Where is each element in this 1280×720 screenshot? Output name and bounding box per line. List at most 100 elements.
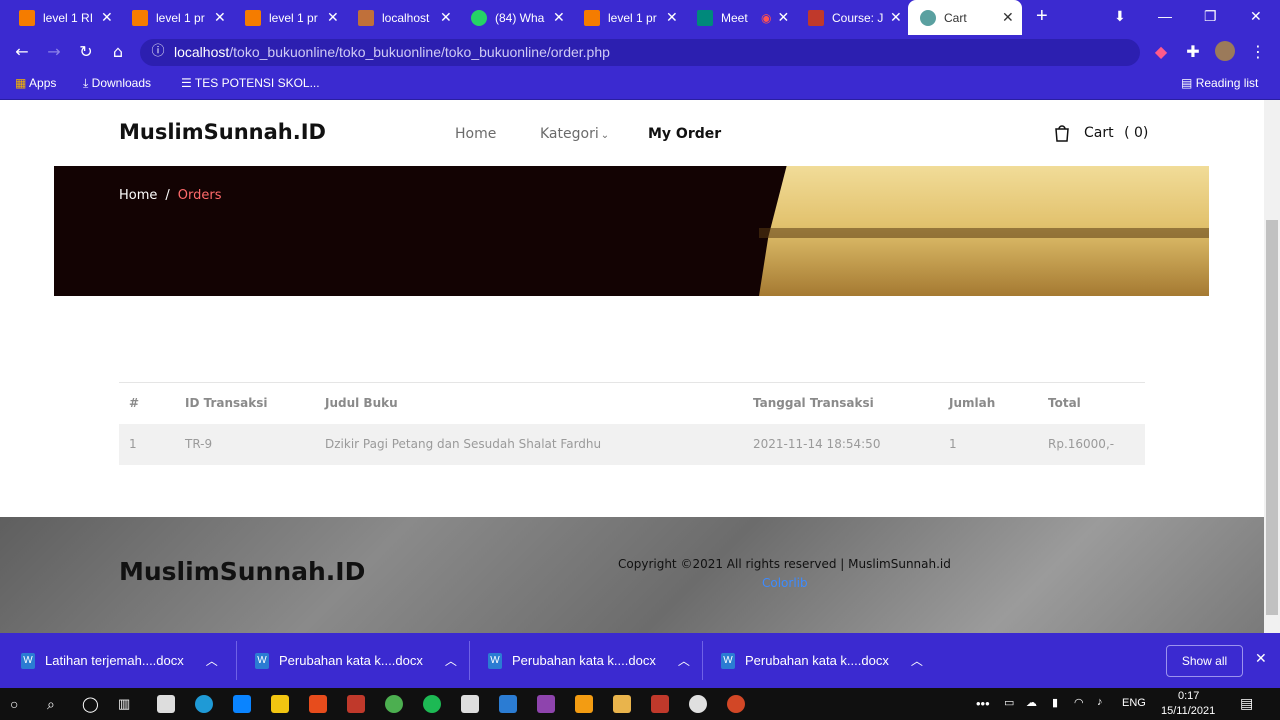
cart-label: Cart	[1084, 125, 1114, 141]
download-filename: Perubahan kata k....docx	[512, 653, 656, 668]
extensions-puzzle-icon[interactable]: ✚	[1182, 41, 1204, 63]
footer-logo[interactable]: MuslimSunnah.ID	[119, 557, 365, 586]
close-tab-icon[interactable]: ✕	[440, 9, 452, 26]
new-tab-button[interactable]: +	[1036, 5, 1048, 28]
close-tab-icon[interactable]: ✕	[553, 9, 565, 26]
tab-title: (84) Wha	[495, 10, 545, 25]
column-header-title: Judul Buku	[315, 382, 743, 424]
clock-date[interactable]: 15/11/2021	[1161, 705, 1215, 717]
download-item[interactable]: W Perubahan kata k....docx ︿	[255, 633, 457, 688]
nav-kategori[interactable]: Kategori ⌄	[540, 126, 609, 142]
minimize-button[interactable]: —	[1158, 8, 1172, 24]
close-tab-icon[interactable]: ✕	[327, 9, 339, 26]
close-tab-icon[interactable]: ✕	[777, 9, 789, 26]
site-logo[interactable]: MuslimSunnah.ID	[119, 120, 326, 144]
file-explorer-icon[interactable]	[271, 695, 289, 713]
bookmark-downloads[interactable]: ⤓ Downloads	[83, 76, 151, 91]
tab-title: level 1 pr	[269, 10, 318, 25]
close-window-button[interactable]: ✕	[1250, 8, 1262, 25]
app-g-icon[interactable]	[537, 695, 555, 713]
colorlib-link[interactable]: Colorlib	[762, 576, 808, 590]
spotify-icon[interactable]	[423, 695, 441, 713]
site-info-icon[interactable]: ⓘ	[147, 41, 169, 63]
cart-link[interactable]: Cart ( 0)	[1054, 124, 1148, 142]
close-downloads-icon[interactable]: ✕	[1255, 651, 1267, 667]
office-icon[interactable]	[309, 695, 327, 713]
extension-icon[interactable]: ◆	[1150, 41, 1172, 63]
chevron-up-icon[interactable]: ︿	[445, 652, 457, 669]
cloud-icon[interactable]: ☁	[1026, 696, 1037, 709]
download-item[interactable]: W Perubahan kata k....docx ︿	[721, 633, 923, 688]
bookmark-apps[interactable]: ▦ Apps	[15, 76, 56, 90]
mail-icon[interactable]	[157, 695, 175, 713]
mcafee-icon[interactable]	[347, 695, 365, 713]
task-view-icon[interactable]: ▥	[118, 696, 130, 712]
app-l-icon[interactable]	[233, 695, 251, 713]
notifications-icon[interactable]: ▤	[1240, 695, 1253, 712]
breadcrumb-current: Orders	[177, 188, 222, 203]
column-header-id: ID Transaksi	[175, 382, 315, 424]
start-icon[interactable]: ○	[10, 696, 18, 712]
wifi-icon[interactable]: ◠	[1074, 696, 1084, 709]
xampp-icon[interactable]	[575, 695, 593, 713]
column-header-date: Tanggal Transaksi	[743, 382, 939, 424]
divider	[469, 641, 470, 680]
tray-overflow-icon[interactable]: •••	[976, 696, 990, 711]
language-indicator[interactable]: ENG	[1122, 697, 1146, 709]
chevron-up-icon[interactable]: ︿	[911, 652, 923, 669]
download-item[interactable]: W Latihan terjemah....docx ︿	[21, 633, 218, 688]
chevron-up-icon[interactable]: ︿	[206, 652, 218, 669]
cortana-icon[interactable]: ◯	[82, 695, 99, 713]
downloads-bar: W Latihan terjemah....docx ︿ W Perubahan…	[0, 633, 1280, 688]
browser-tab[interactable]: Meet ◉ ✕	[697, 0, 789, 35]
app-orb-icon[interactable]	[689, 695, 707, 713]
nav-home[interactable]: Home	[455, 126, 496, 142]
menu-kebab-icon[interactable]: ⋮	[1247, 41, 1269, 63]
profile-avatar[interactable]	[1214, 41, 1236, 63]
cell-title: Dzikir Pagi Petang dan Sesudah Shalat Fa…	[315, 423, 743, 465]
browser-tab[interactable]: (84) Wha ✕	[471, 0, 565, 35]
mic-icon[interactable]: ▮	[1052, 696, 1058, 709]
scrollbar-thumb[interactable]	[1266, 220, 1278, 615]
page-scrollbar[interactable]	[1264, 100, 1280, 633]
powerpoint-icon[interactable]	[727, 695, 745, 713]
browser-tab[interactable]: localhost ✕	[358, 0, 452, 35]
show-all-button[interactable]: Show all	[1166, 645, 1243, 677]
browser-tab[interactable]: level 1 pr ✕	[245, 0, 339, 35]
breadcrumb-home[interactable]: Home	[119, 188, 157, 203]
bookmark-tes-potensi[interactable]: ☰ TES POTENSI SKOL...	[181, 76, 320, 90]
browser-tab[interactable]: level 1 pr ✕	[584, 0, 678, 35]
git-icon[interactable]	[613, 695, 631, 713]
browser-tab-active[interactable]: Cart ✕	[908, 0, 1022, 35]
close-tab-icon[interactable]: ✕	[214, 9, 226, 26]
close-tab-icon[interactable]: ✕	[666, 9, 678, 26]
tab-title: Course: J	[832, 10, 884, 25]
chrome-icon[interactable]	[385, 695, 403, 713]
browser-tab[interactable]: level 1 pr ✕	[132, 0, 226, 35]
tab-search-icon[interactable]: ⬇	[1114, 8, 1126, 25]
reload-icon[interactable]: ↻	[75, 41, 97, 63]
volume-icon[interactable]: ♪	[1097, 696, 1103, 708]
close-tab-icon[interactable]: ✕	[1002, 9, 1014, 26]
word-icon[interactable]	[499, 695, 517, 713]
tab-title: level 1 pr	[608, 10, 657, 25]
url-text[interactable]: localhost/toko_bukuonline/toko_bukuonlin…	[174, 44, 610, 60]
reading-list[interactable]: ▤ Reading list	[1181, 76, 1258, 90]
close-tab-icon[interactable]: ✕	[101, 9, 113, 26]
photos-icon[interactable]	[461, 695, 479, 713]
restore-button[interactable]: ❐	[1204, 8, 1217, 25]
forward-icon[interactable]: →	[43, 41, 65, 63]
browser-tab[interactable]: Course: J ✕	[808, 0, 902, 35]
edge-icon[interactable]	[195, 695, 213, 713]
home-icon[interactable]: ⌂	[107, 41, 129, 63]
winrar-icon[interactable]	[651, 695, 669, 713]
battery-icon[interactable]: ▭	[1004, 696, 1014, 709]
nav-my-order[interactable]: My Order	[648, 126, 721, 142]
download-item[interactable]: W Perubahan kata k....docx ︿	[488, 633, 690, 688]
clock-time[interactable]: 0:17	[1178, 690, 1199, 702]
chevron-up-icon[interactable]: ︿	[678, 652, 690, 669]
back-icon[interactable]: ←	[11, 41, 33, 63]
close-tab-icon[interactable]: ✕	[890, 9, 902, 26]
browser-tab[interactable]: level 1 RI ✕	[19, 0, 113, 35]
search-icon[interactable]: ⌕	[47, 696, 55, 713]
